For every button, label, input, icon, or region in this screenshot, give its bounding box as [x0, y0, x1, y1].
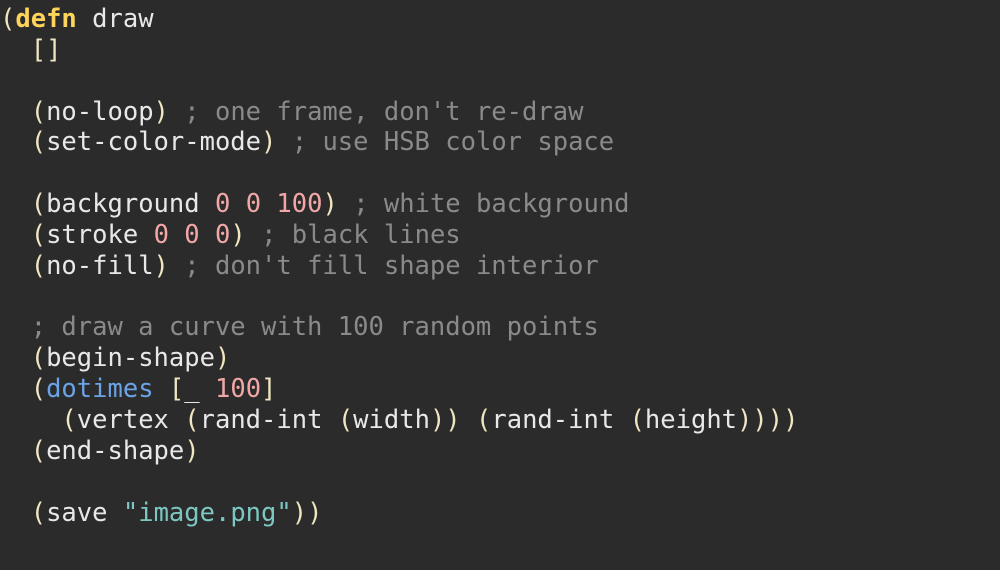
paren-open: (: [31, 220, 46, 250]
fn-vertex: vertex: [77, 405, 169, 435]
keyword-defn: defn: [15, 4, 76, 34]
paren-close: ): [154, 251, 169, 281]
fn-width: width: [353, 405, 430, 435]
paren-open: (: [31, 97, 46, 127]
fn-begin-shape: begin-shape: [46, 343, 215, 373]
paren-close: ): [184, 436, 199, 466]
bracket-open: [: [169, 374, 184, 404]
fn-save: save: [46, 498, 107, 528]
fn-end-shape: end-shape: [46, 436, 184, 466]
fn-height: height: [645, 405, 737, 435]
num-100: 100: [215, 374, 261, 404]
comment-black-lines: ; black lines: [261, 220, 461, 250]
fn-set-color-mode: set-color-mode: [46, 127, 261, 157]
fn-no-loop: no-loop: [46, 97, 153, 127]
paren-open: (: [61, 405, 76, 435]
comment-hsb: ; use HSB color space: [292, 127, 614, 157]
fn-stroke: stroke: [46, 220, 138, 250]
keyword-dotimes: dotimes: [46, 374, 153, 404]
num-0: 0: [154, 220, 169, 250]
paren-close: ): [430, 405, 445, 435]
paren-open: (: [31, 189, 46, 219]
paren-open: (: [31, 436, 46, 466]
paren-open: (: [338, 405, 353, 435]
comment-one-frame: ; one frame, don't re-draw: [184, 97, 583, 127]
empty-arg-vec: []: [31, 35, 62, 65]
num-0: 0: [215, 220, 230, 250]
fn-background: background: [46, 189, 200, 219]
num-0: 0: [215, 189, 230, 219]
paren-open: (: [476, 405, 491, 435]
paren-close-4: )))): [737, 405, 798, 435]
paren-open: (: [31, 374, 46, 404]
paren-close: ): [322, 189, 337, 219]
paren-close: ): [445, 405, 460, 435]
paren-close: ): [215, 343, 230, 373]
fn-no-fill: no-fill: [46, 251, 153, 281]
comment-white-bg: ; white background: [353, 189, 629, 219]
sym-underscore: _: [184, 374, 199, 404]
num-100: 100: [276, 189, 322, 219]
paren-close: ): [261, 127, 276, 157]
paren-close: ): [230, 220, 245, 250]
string-image-png: "image.png": [123, 498, 292, 528]
comment-no-fill: ; don't fill shape interior: [184, 251, 599, 281]
paren-open: (: [31, 251, 46, 281]
paren-close-2: )): [292, 498, 323, 528]
fn-rand-int: rand-int: [491, 405, 614, 435]
fn-rand-int: rand-int: [200, 405, 323, 435]
fn-name-draw: draw: [92, 4, 153, 34]
paren-open: (: [630, 405, 645, 435]
paren-close: ): [154, 97, 169, 127]
paren-open: (: [31, 343, 46, 373]
code-block: (defn draw [] (no-loop) ; one frame, don…: [0, 0, 1000, 528]
num-0: 0: [184, 220, 199, 250]
comment-curve: ; draw a curve with 100 random points: [31, 312, 599, 342]
paren-open: (: [31, 498, 46, 528]
bracket-close: ]: [261, 374, 276, 404]
paren-open: (: [0, 4, 15, 34]
paren-open: (: [184, 405, 199, 435]
paren-open: (: [31, 127, 46, 157]
num-0: 0: [246, 189, 261, 219]
